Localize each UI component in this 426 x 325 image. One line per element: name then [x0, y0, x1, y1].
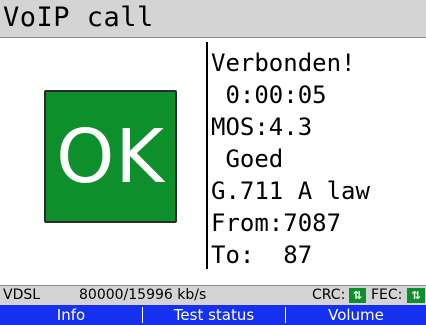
page-title: VoIP call: [3, 2, 154, 33]
crc-label: CRC:: [312, 287, 346, 303]
voip-call-screen: VoIP call OK Verbonden! 0:00:05 MOS:4.3 …: [0, 0, 426, 325]
softkey-bar: Info Test status Volume: [0, 305, 426, 325]
line-rate: 80000/15996 kb/s: [79, 287, 207, 303]
callee-to: To: 87: [211, 241, 313, 269]
quality-rating: Goed: [211, 145, 284, 173]
call-duration: 0:00:05: [211, 81, 327, 109]
mos-score: MOS:4.3: [211, 113, 313, 141]
up-down-arrows-icon: ⇅: [349, 288, 366, 303]
info-softkey[interactable]: Info: [0, 305, 142, 325]
status-bar: VDSL 80000/15996 kb/s CRC: ⇅ FEC: ⇅: [0, 285, 426, 305]
ok-label: OK: [56, 113, 165, 200]
fec-label: FEC:: [371, 287, 403, 303]
ok-status-indicator: OK: [44, 90, 177, 223]
line-type: VDSL: [3, 287, 41, 303]
caller-from: From:7087: [211, 209, 342, 237]
call-status-text: Verbonden!: [211, 49, 356, 77]
title-bar: VoIP call: [0, 0, 426, 38]
up-down-arrows-icon: ⇅: [407, 288, 425, 303]
test-status-softkey[interactable]: Test status: [143, 305, 285, 325]
volume-softkey[interactable]: Volume: [286, 305, 426, 325]
codec-info: G.711 A law: [211, 177, 370, 205]
divider: [206, 42, 208, 269]
